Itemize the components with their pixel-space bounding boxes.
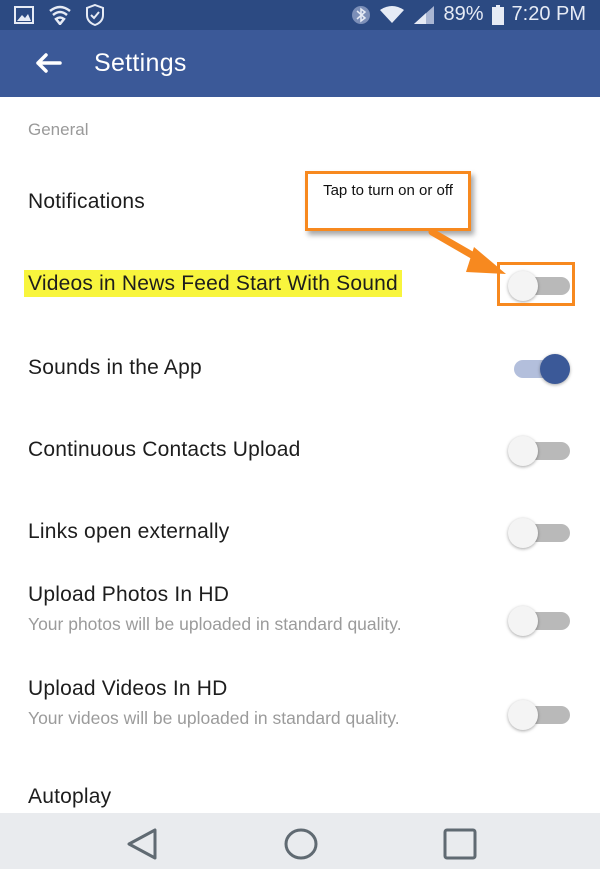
links-externally-toggle[interactable]: [508, 516, 570, 550]
setting-label: Links open externally: [28, 520, 230, 543]
setting-label: Notifications: [28, 190, 145, 213]
wifi-shield-icon: [48, 5, 72, 25]
clock: 7:20 PM: [511, 3, 586, 25]
setting-subtitle: Your photos will be uploaded in standard…: [28, 614, 402, 634]
app-bar: Settings: [0, 30, 600, 97]
setting-label: Videos in News Feed Start With Sound: [24, 270, 402, 297]
image-icon: [14, 6, 34, 24]
battery-percent: 89%: [443, 3, 484, 25]
signal-icon: [413, 5, 435, 25]
wifi-icon: [379, 5, 405, 24]
setting-label: Upload Photos In HD: [28, 583, 230, 606]
setting-sounds-in-app[interactable]: Sounds in the App: [0, 339, 600, 399]
upload-photos-hd-toggle[interactable]: [508, 604, 570, 638]
setting-continuous-contacts-upload[interactable]: Continuous Contacts Upload: [0, 421, 600, 481]
nav-home-button[interactable]: [283, 827, 319, 861]
setting-label: Autoplay: [28, 785, 112, 808]
back-triangle-icon: [125, 828, 159, 860]
annotation-callout: Tap to turn on or off: [305, 171, 471, 231]
battery-icon: [491, 4, 504, 25]
setting-autoplay[interactable]: Autoplay: [0, 785, 600, 813]
setting-label: Sounds in the App: [28, 356, 202, 379]
nav-recents-button[interactable]: [442, 827, 478, 861]
bluetooth-icon: [351, 5, 371, 25]
setting-label: Upload Videos In HD: [28, 677, 228, 700]
setting-subtitle: Your videos will be uploaded in standard…: [28, 708, 400, 728]
back-arrow-icon: [34, 52, 62, 74]
highlighted-label: Videos in News Feed Start With Sound: [24, 270, 402, 297]
setting-label: Continuous Contacts Upload: [28, 438, 301, 461]
settings-list: General Notifications Videos in News Fee…: [0, 97, 600, 813]
android-nav-bar: [0, 813, 600, 869]
security-shield-icon: [86, 4, 104, 26]
status-bar: 89% 7:20 PM: [0, 0, 600, 30]
setting-links-open-externally[interactable]: Links open externally: [0, 503, 600, 563]
home-circle-icon: [283, 827, 319, 861]
back-button[interactable]: [30, 48, 66, 78]
contacts-upload-toggle[interactable]: [508, 434, 570, 468]
upload-videos-hd-toggle[interactable]: [508, 698, 570, 732]
nav-back-button[interactable]: [124, 827, 160, 861]
annotation-highlight-box: [497, 262, 575, 306]
setting-notifications[interactable]: Notifications: [0, 175, 600, 235]
recents-square-icon: [442, 827, 478, 861]
section-header: General: [28, 120, 89, 139]
setting-upload-videos-hd[interactable]: Upload Videos In HD Your videos will be …: [0, 677, 600, 757]
page-title: Settings: [94, 49, 187, 77]
setting-upload-photos-hd[interactable]: Upload Photos In HD Your photos will be …: [0, 583, 600, 663]
sounds-in-app-toggle[interactable]: [508, 352, 570, 386]
